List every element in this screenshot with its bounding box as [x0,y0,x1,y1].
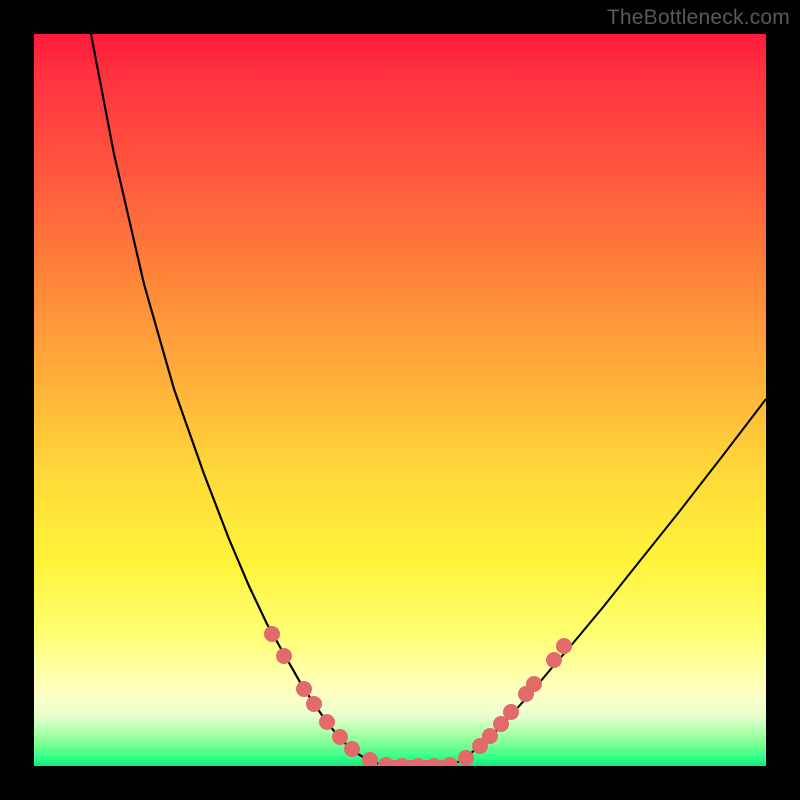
marker-dot [319,714,335,730]
marker-dot [306,696,322,712]
chart-frame: TheBottleneck.com [0,0,800,800]
marker-dot [276,648,292,664]
marker-dot [503,704,519,720]
marker-dot [410,758,426,766]
marker-dot [296,681,312,697]
marker-dot [442,757,458,766]
curve-group [91,34,766,766]
plot-area [34,34,766,766]
marker-dot [458,750,474,766]
marker-dot [426,758,442,766]
curve-svg [34,34,766,766]
marker-dot [332,729,348,745]
marker-dot [546,652,562,668]
marker-dot [344,741,360,757]
marker-dot [526,676,542,692]
marker-dot [264,626,280,642]
marker-dot [362,752,378,766]
curve-right-branch [452,399,766,765]
marker-dot [556,638,572,654]
marker-dot [378,757,394,766]
watermark-text: TheBottleneck.com [607,6,790,30]
curve-left-branch [91,34,384,765]
marker-dot [482,728,498,744]
marker-dot [394,758,410,766]
